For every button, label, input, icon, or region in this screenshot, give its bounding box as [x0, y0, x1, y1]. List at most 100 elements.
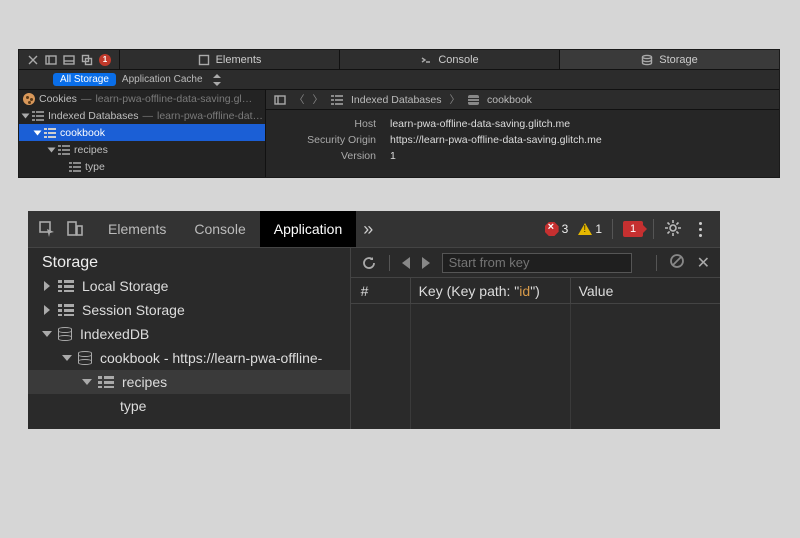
chrome-tab-bar: Elements Console Application » 3 1 1	[28, 211, 720, 247]
tree-db-cookbook[interactable]: cookbook	[19, 124, 265, 141]
divider	[653, 219, 654, 239]
tab-elements[interactable]: Elements	[120, 50, 340, 69]
tab-elements[interactable]: Elements	[94, 211, 180, 247]
tab-storage-label: Storage	[659, 54, 698, 66]
disclosure-triangle-icon	[62, 355, 72, 361]
filter-sort-icon[interactable]	[213, 74, 221, 86]
tree-local-label: Local Storage	[82, 278, 168, 294]
storage-section-title: Storage	[28, 248, 350, 274]
warnings-badge[interactable]: 1	[578, 222, 602, 236]
tree-store-label: recipes	[122, 374, 167, 390]
issues-badge[interactable]: 1	[623, 221, 643, 237]
database-icon	[44, 128, 56, 138]
more-tabs-icon[interactable]: »	[356, 219, 380, 240]
device-toggle-icon[interactable]	[66, 220, 84, 238]
tree-db-cookbook[interactable]: cookbook - https://learn-pwa-offline-	[28, 346, 350, 370]
database-icon	[58, 327, 72, 341]
table-icon	[58, 145, 70, 155]
tree-cookies-label: Cookies	[39, 93, 77, 105]
safari-tab-bar: 1 Elements Console Storage	[19, 50, 779, 70]
detail-version-key: Version	[266, 150, 376, 162]
table-icon	[98, 376, 114, 388]
more-menu-icon[interactable]	[692, 222, 708, 237]
tree-index-label: type	[120, 398, 146, 414]
close-icon[interactable]	[27, 54, 39, 66]
tree-store-recipes[interactable]: recipes	[19, 141, 265, 158]
folder-icon	[331, 95, 343, 105]
filter-all-storage[interactable]: All Storage	[53, 73, 116, 86]
tab-console-label: Console	[438, 54, 478, 66]
sidebar-toggle-icon[interactable]	[274, 94, 286, 106]
divider	[612, 219, 613, 239]
database-icon	[468, 95, 479, 105]
tree-indexeddb[interactable]: IndexedDB	[28, 322, 350, 346]
detail-version-value: 1	[390, 150, 396, 162]
tree-db-label: cookbook - https://learn-pwa-offline-	[100, 350, 322, 366]
safari-db-details: Host learn-pwa-offline-data-saving.glitc…	[266, 110, 779, 170]
tree-index-type[interactable]: type	[28, 394, 350, 418]
crumb-idb[interactable]: Indexed Databases	[351, 94, 441, 106]
safari-storage-tree: Cookies — learn-pwa-offline-data-saving.…	[19, 90, 266, 177]
settings-button[interactable]	[664, 219, 682, 240]
elements-icon	[198, 54, 210, 66]
detail-host-value: learn-pwa-offline-data-saving.glitch.me	[390, 118, 570, 130]
tree-db-label: cookbook	[60, 127, 105, 139]
dock-bottom-icon[interactable]	[63, 54, 75, 66]
nav-back-icon[interactable]: 〈	[294, 92, 305, 107]
divider	[656, 255, 657, 271]
warning-icon	[578, 223, 592, 235]
tab-console[interactable]: Console	[180, 211, 259, 247]
tab-elements-label: Elements	[216, 54, 262, 66]
safari-window-controls[interactable]: 1	[19, 50, 120, 69]
filter-application-cache[interactable]: Application Cache	[122, 74, 203, 85]
tab-application[interactable]: Application	[260, 211, 357, 247]
database-icon	[78, 351, 92, 365]
col-key[interactable]: Key (Key path: "id")	[411, 278, 571, 303]
tree-session-storage[interactable]: Session Storage	[28, 298, 350, 322]
gear-icon	[664, 219, 682, 237]
close-icon[interactable]: ✕	[697, 253, 710, 273]
chrome-data-grid[interactable]	[351, 304, 720, 429]
tree-cookies[interactable]: Cookies — learn-pwa-offline-data-saving.…	[19, 90, 265, 107]
disclosure-triangle-icon	[22, 113, 30, 118]
error-badge[interactable]: 1	[99, 54, 111, 66]
errors-badge[interactable]: 3	[545, 222, 569, 236]
detail-origin-key: Security Origin	[266, 134, 376, 146]
col-number[interactable]: #	[351, 278, 411, 303]
tab-console[interactable]: Console	[340, 50, 560, 69]
clear-icon[interactable]	[669, 253, 685, 272]
disclosure-triangle-icon	[48, 147, 56, 152]
cookie-icon	[23, 93, 35, 105]
errors-count: 3	[562, 222, 569, 236]
tree-store-recipes[interactable]: recipes	[28, 370, 350, 394]
crumb-db[interactable]: cookbook	[487, 94, 532, 106]
chrome-data-columns: # Key (Key path: "id") Value	[351, 278, 720, 304]
next-page-icon[interactable]	[422, 257, 430, 269]
tree-local-storage[interactable]: Local Storage	[28, 274, 350, 298]
folder-icon	[32, 111, 44, 121]
tree-index-type[interactable]: type	[19, 158, 265, 175]
popout-icon[interactable]	[81, 54, 93, 66]
tree-idb-host: learn-pwa-offline-dat…	[157, 110, 263, 122]
tab-storage[interactable]: Storage	[560, 50, 779, 69]
refresh-icon[interactable]	[361, 255, 377, 271]
col-value[interactable]: Value	[571, 283, 720, 299]
chrome-storage-tree: Storage Local Storage Session Storage In…	[28, 248, 351, 429]
tree-cookies-host: learn-pwa-offline-data-saving.gl…	[95, 93, 252, 105]
dock-side-icon[interactable]	[45, 54, 57, 66]
error-icon	[545, 222, 559, 236]
disclosure-triangle-icon	[82, 379, 92, 385]
tree-session-label: Session Storage	[82, 302, 185, 318]
tree-index-label: type	[85, 161, 105, 173]
safari-devtools-panel: 1 Elements Console Storage All Storage A…	[18, 49, 780, 178]
tree-indexed-databases[interactable]: Indexed Databases — learn-pwa-offline-da…	[19, 107, 265, 124]
safari-filter-bar: All Storage Application Cache	[19, 70, 779, 90]
prev-page-icon[interactable]	[402, 257, 410, 269]
nav-forward-icon[interactable]: 〉	[313, 92, 324, 107]
disclosure-triangle-icon	[34, 130, 42, 135]
disclosure-triangle-icon	[42, 331, 52, 337]
tree-indexeddb-label: IndexedDB	[80, 326, 149, 342]
inspect-icon[interactable]	[38, 220, 56, 238]
tree-idb-label: Indexed Databases	[48, 110, 138, 122]
start-from-key-input[interactable]	[442, 253, 632, 273]
